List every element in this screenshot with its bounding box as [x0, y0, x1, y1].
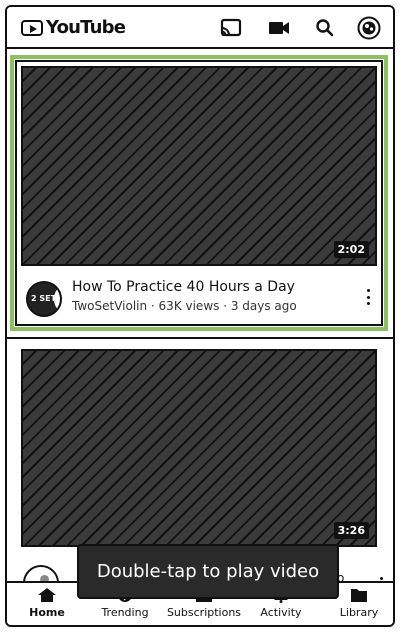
video-card-selected[interactable]: 2:02 2 SET How To Practice 40 Hours a Da…	[10, 55, 388, 331]
video-thumbnail[interactable]: 2:02	[21, 66, 377, 266]
duration-badge: 3:26	[333, 522, 369, 539]
duration-badge: 2:02	[333, 241, 369, 258]
logo-text: YouTube	[46, 17, 126, 38]
search-icon[interactable]	[313, 16, 337, 40]
nav-label: Library	[339, 606, 379, 619]
toast-message: Double-tap to play video	[77, 544, 339, 599]
youtube-logo[interactable]: YouTube	[21, 17, 126, 38]
home-icon	[38, 588, 56, 602]
avatar-text: 2 SET	[31, 294, 57, 303]
nav-home[interactable]: Home	[7, 585, 87, 625]
cast-icon[interactable]	[219, 16, 243, 40]
nav-label: Subscriptions	[166, 606, 242, 619]
folder-icon	[351, 589, 367, 602]
nav-label: Activity	[260, 606, 302, 619]
camera-icon[interactable]	[267, 16, 291, 40]
top-app-bar: YouTube	[7, 7, 393, 49]
nav-label: Trending	[101, 606, 149, 619]
phone-frame: YouTube 2:02 2 SET How To Practice 40 Ho…	[5, 5, 395, 627]
more-options-icon[interactable]	[366, 289, 370, 305]
account-icon[interactable]	[357, 16, 381, 40]
video-subline: TwoSetViolin · 63K views · 3 days ago	[72, 299, 297, 313]
video-title[interactable]: How To Practice 40 Hours a Day	[72, 279, 295, 295]
play-logo-icon	[21, 19, 43, 36]
channel-avatar[interactable]: 2 SET	[26, 281, 62, 317]
video-thumbnail[interactable]: 3:26	[21, 349, 377, 547]
nav-label: Home	[29, 606, 65, 619]
video-meta: 2 SET How To Practice 40 Hours a Day Two…	[14, 277, 384, 327]
